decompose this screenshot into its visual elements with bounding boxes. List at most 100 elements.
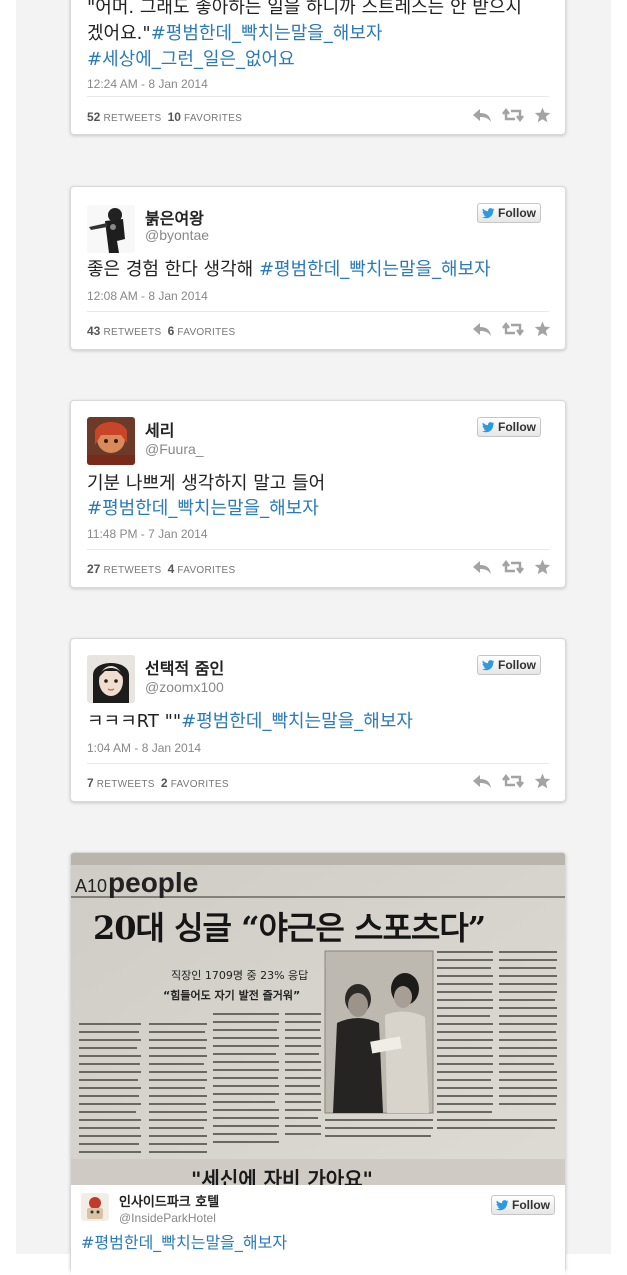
follow-label: Follow xyxy=(498,206,536,220)
reply-icon[interactable] xyxy=(472,107,492,123)
user-handle[interactable]: @zoomx100 xyxy=(145,679,224,695)
tweet-text: 기분 나쁘게 생각하지 말고 들어 #평범한데_빡치는말을_해보자 xyxy=(87,471,549,521)
user-handle[interactable]: @Fuura_ xyxy=(145,441,204,457)
hashtag-link[interactable]: #평범한데_빡치는말을_해보자 xyxy=(81,1229,287,1253)
avatar-image xyxy=(87,417,135,465)
photo-user-bar: 인사이드파크 호텔 @InsideParkHotel Follow #평범한데_… xyxy=(71,1185,565,1275)
display-name[interactable]: 선택적 줌인 xyxy=(145,655,224,679)
tweet-timestamp[interactable]: 1:04 AM - 8 Jan 2014 xyxy=(87,741,201,755)
retweet-icon[interactable] xyxy=(502,559,524,575)
favorite-count[interactable]: 4 xyxy=(168,562,175,576)
tweet-timestamp[interactable]: 12:08 AM - 8 Jan 2014 xyxy=(87,289,208,303)
favorite-star-icon[interactable] xyxy=(534,321,551,337)
divider xyxy=(87,311,549,312)
follow-label: Follow xyxy=(498,658,536,672)
avatar-image xyxy=(81,1193,109,1221)
tweet-text-line: 겠어요." xyxy=(87,23,151,44)
tweet-card: 세리 @Fuura_ Follow 기분 나쁘게 생각하지 말고 들어 #평범한… xyxy=(70,400,566,588)
follow-button[interactable]: Follow xyxy=(477,655,541,675)
favorite-count[interactable]: 10 xyxy=(168,110,181,124)
tweet-timestamp[interactable]: 11:48 PM - 7 Jan 2014 xyxy=(87,527,208,541)
tweet-card: "어머. 그래도 좋아하는 일을 하니까 스트레스는 안 받으시 겠어요."#평… xyxy=(70,0,566,135)
tweet-text-plain: 좋은 경험 한다 생각해 xyxy=(87,259,259,280)
hashtag-link[interactable]: #평범한데_빡치는말을_해보자 xyxy=(181,711,413,732)
reply-icon[interactable] xyxy=(472,321,492,337)
tweet-text: 좋은 경험 한다 생각해 #평범한데_빡치는말을_해보자 xyxy=(87,257,549,282)
reply-icon[interactable] xyxy=(472,773,492,789)
section-word: people xyxy=(108,867,199,898)
newspaper-headline: 20대 싱글 “야근은 스포츠다” xyxy=(93,909,486,947)
twitter-bird-icon xyxy=(482,421,495,432)
favorite-count[interactable]: 2 xyxy=(161,776,168,790)
retweet-icon[interactable] xyxy=(502,107,524,123)
retweet-count[interactable]: 52 xyxy=(87,110,100,124)
hashtag-link[interactable]: #평범한데_빡치는말을_해보자 xyxy=(259,259,491,280)
tweet-actions xyxy=(472,773,551,789)
tweet-timestamp[interactable]: 12:24 AM - 8 Jan 2014 xyxy=(87,77,208,91)
retweets-label: RETWEETS xyxy=(103,565,162,576)
follow-button[interactable]: Follow xyxy=(491,1195,555,1215)
divider xyxy=(87,763,549,764)
favorites-label: FAVORITES xyxy=(177,565,236,576)
favorite-star-icon[interactable] xyxy=(534,773,551,789)
user-handle[interactable]: @InsideParkHotel xyxy=(119,1211,216,1225)
tweet-text: ㅋㅋㅋRT ""#평범한데_빡치는말을_해보자 xyxy=(87,709,549,734)
retweet-count[interactable]: 43 xyxy=(87,324,100,338)
favorite-star-icon[interactable] xyxy=(534,107,551,123)
tweet-actions xyxy=(472,321,551,337)
tweet-actions xyxy=(472,559,551,575)
divider xyxy=(87,549,549,550)
tweet-card: A10people 20대 싱글 “야근은 스포츠다” 직장인 1709명 중 … xyxy=(70,852,566,1275)
section-number: A10 xyxy=(75,876,108,896)
retweets-label: RETWEETS xyxy=(103,327,162,338)
favorites-label: FAVORITES xyxy=(184,113,243,124)
tweet-stats: 27 RETWEETS 4 FAVORITES xyxy=(87,562,235,576)
tweet-text-line: "어머. 그래도 좋아하는 일을 하니까 스트레스는 안 받으시 xyxy=(87,0,522,18)
favorite-star-icon[interactable] xyxy=(534,559,551,575)
follow-label: Follow xyxy=(512,1198,550,1212)
avatar[interactable] xyxy=(87,417,135,465)
favorites-label: FAVORITES xyxy=(177,327,236,338)
follow-button[interactable]: Follow xyxy=(477,203,541,223)
newspaper-subhead-2: “힘들어도 자기 발전 즐거워” xyxy=(163,989,301,1002)
reply-icon[interactable] xyxy=(472,559,492,575)
favorite-count[interactable]: 6 xyxy=(168,324,175,338)
twitter-bird-icon xyxy=(496,1199,509,1210)
follow-button[interactable]: Follow xyxy=(477,417,541,437)
twitter-bird-icon xyxy=(482,659,495,670)
hashtag-link[interactable]: #평범한데_빡치는말을_해보자 xyxy=(151,23,383,44)
display-name[interactable]: 세리 xyxy=(145,417,174,441)
avatar[interactable] xyxy=(87,655,135,703)
display-name[interactable]: 인사이드파크 호텔 xyxy=(119,1191,219,1210)
retweet-icon[interactable] xyxy=(502,773,524,789)
user-handle[interactable]: @byontae xyxy=(145,227,209,243)
avatar[interactable] xyxy=(87,205,135,253)
tweet-text-plain: ㅋㅋㅋRT "" xyxy=(87,711,182,732)
tweet-stats: 7 RETWEETS 2 FAVORITES xyxy=(87,776,229,790)
tweet-stats: 52 RETWEETS 10 FAVORITES xyxy=(87,110,242,124)
tweet-text-plain: 기분 나쁘게 생각하지 말고 들어 xyxy=(87,473,326,494)
retweets-label: RETWEETS xyxy=(103,113,162,124)
divider xyxy=(87,96,549,97)
tweet-photo[interactable]: A10people 20대 싱글 “야근은 스포츠다” 직장인 1709명 중 … xyxy=(71,853,565,1185)
retweets-label: RETWEETS xyxy=(96,779,155,790)
retweet-icon[interactable] xyxy=(502,321,524,337)
tweet-stats: 43 RETWEETS 6 FAVORITES xyxy=(87,324,235,338)
tweet-card: 선택적 줌인 @zoomx100 Follow ㅋㅋㅋRT ""#평범한데_빡치… xyxy=(70,638,566,802)
newspaper-bottom-headline: "세신에 자비 가아요" xyxy=(191,1167,373,1185)
avatar-image xyxy=(87,655,135,703)
avatar-image xyxy=(87,205,135,253)
retweet-count[interactable]: 27 xyxy=(87,562,100,576)
favorites-label: FAVORITES xyxy=(170,779,229,790)
tweet-card: 붉은여왕 @byontae Follow 좋은 경험 한다 생각해 #평범한데_… xyxy=(70,186,566,350)
hashtag-link[interactable]: #평범한데_빡치는말을_해보자 xyxy=(87,496,549,521)
display-name[interactable]: 붉은여왕 xyxy=(145,205,204,229)
follow-label: Follow xyxy=(498,420,536,434)
avatar[interactable] xyxy=(81,1193,109,1221)
tweet-actions xyxy=(472,107,551,123)
twitter-bird-icon xyxy=(482,207,495,218)
retweet-count[interactable]: 7 xyxy=(87,776,94,790)
hashtag-link[interactable]: #세상에_그런_일은_없어요 xyxy=(87,47,549,73)
newspaper-section: A10people xyxy=(75,867,198,899)
tweet-text: "어머. 그래도 좋아하는 일을 하니까 스트레스는 안 받으시 겠어요."#평… xyxy=(87,0,549,73)
